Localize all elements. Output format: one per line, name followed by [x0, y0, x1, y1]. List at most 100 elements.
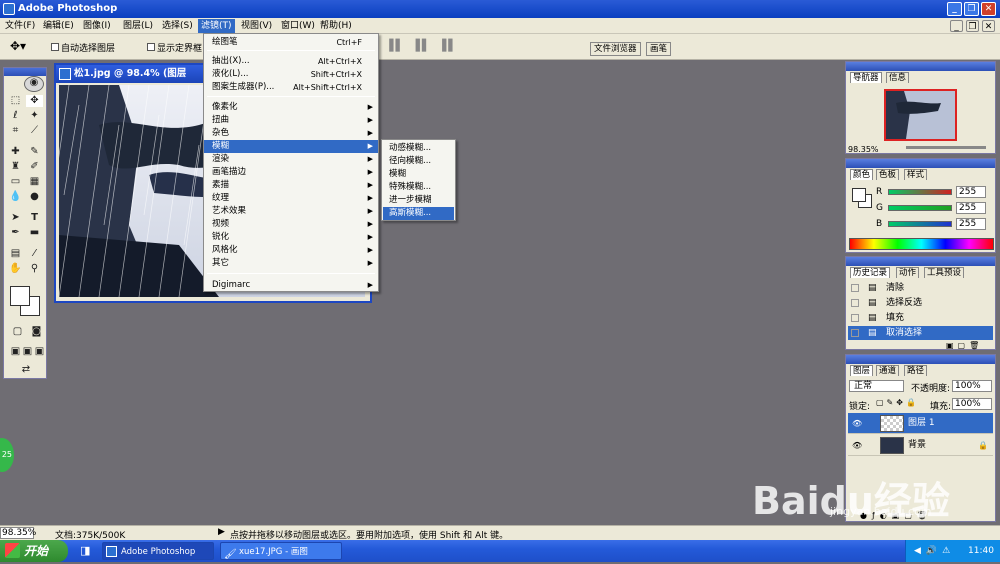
- marquee-tool-icon[interactable]: ⬚: [7, 95, 24, 107]
- layer-row[interactable]: 👁 图层 1: [848, 413, 993, 434]
- close-button[interactable]: ✕: [981, 2, 996, 16]
- task-paint[interactable]: 🖌 xue17.JPG - 画图: [220, 542, 342, 560]
- history-item[interactable]: 取消选择 ▤: [848, 326, 993, 340]
- layer-row[interactable]: 👁 背景 🔒: [848, 435, 993, 456]
- lock-icons[interactable]: ▢✎✥🔒: [876, 398, 919, 407]
- color-channel-value[interactable]: 255: [956, 186, 986, 198]
- history-source-checkbox[interactable]: [851, 284, 859, 292]
- blur-menu-item[interactable]: 高斯模糊...: [383, 207, 454, 220]
- eraser-tool-icon[interactable]: ▭: [7, 176, 24, 188]
- tab-actions[interactable]: 动作: [896, 267, 920, 278]
- standard-mode-icon[interactable]: ▢: [9, 326, 26, 338]
- floating-badge[interactable]: 25: [0, 438, 14, 472]
- history-item[interactable]: 选择反选 ▤: [848, 296, 993, 310]
- blur-tool-icon[interactable]: 💧: [7, 191, 24, 203]
- fill-input[interactable]: 100%: [952, 398, 992, 410]
- menu-window[interactable]: 窗口(W): [278, 19, 318, 33]
- menu-file[interactable]: 文件(F): [2, 19, 38, 33]
- filter-menu-item[interactable]: 素描 ▶: [204, 179, 378, 192]
- type-tool-icon[interactable]: T: [26, 212, 43, 224]
- shape-tool-icon[interactable]: ▬: [26, 227, 43, 239]
- history-brush-icon[interactable]: ✐: [26, 161, 43, 173]
- quickmask-mode-icon[interactable]: ◙: [28, 326, 45, 338]
- notes-tool-icon[interactable]: ▤: [7, 248, 24, 260]
- color-channel-slider[interactable]: [888, 205, 952, 211]
- gradient-tool-icon[interactable]: ▦: [26, 176, 43, 188]
- slice-tool-icon[interactable]: ⟋: [26, 125, 43, 137]
- tab-tool-presets[interactable]: 工具预设: [924, 267, 965, 278]
- filter-menu-item[interactable]: Digimarc ▶: [204, 279, 378, 292]
- file-browser-tab[interactable]: 文件浏览器: [590, 42, 641, 56]
- zoom-tool-icon[interactable]: ⚲: [26, 263, 43, 275]
- color-channel-value[interactable]: 255: [956, 202, 986, 214]
- eyedropper-icon[interactable]: ⁄: [26, 248, 43, 260]
- move-tool-icon[interactable]: ✥▾: [10, 39, 26, 53]
- jump-to-imageready-icon[interactable]: ⇄: [7, 364, 45, 376]
- minimize-button[interactable]: _: [947, 2, 962, 16]
- stamp-tool-icon[interactable]: ♜: [7, 161, 24, 173]
- path-select-icon[interactable]: ➤: [7, 212, 24, 224]
- brushes-tab[interactable]: 画笔: [646, 42, 672, 56]
- blur-menu-item[interactable]: 动感模糊...: [383, 142, 454, 155]
- filter-menu-item[interactable]: 模糊 ▶: [204, 140, 378, 153]
- tab-history[interactable]: 历史记录: [850, 267, 891, 278]
- blend-mode-select[interactable]: 正常: [849, 380, 904, 392]
- tab-info[interactable]: 信息: [886, 72, 910, 83]
- menu-image[interactable]: 图像(I): [80, 19, 114, 33]
- filter-menu-item[interactable]: 像素化 ▶: [204, 101, 378, 114]
- layer-visibility-eye-icon[interactable]: 👁: [852, 435, 862, 456]
- healing-brush-icon[interactable]: ✚: [7, 146, 24, 158]
- filter-menu-item[interactable]: 纹理 ▶: [204, 192, 378, 205]
- navigator-zoom[interactable]: 98.35%: [848, 145, 879, 154]
- filter-menu-item[interactable]: 视频 ▶: [204, 218, 378, 231]
- restore-button[interactable]: ❐: [964, 2, 979, 16]
- menu-filter[interactable]: 滤镜(T): [198, 19, 235, 33]
- navigator-thumbnail[interactable]: [884, 89, 957, 141]
- filter-menu-item[interactable]: 其它 ▶: [204, 257, 378, 270]
- filter-menu-item[interactable]: 渲染 ▶: [204, 153, 378, 166]
- navigator-zoom-slider[interactable]: [906, 146, 986, 149]
- align-icons[interactable]: ▐▌ ▐▌ ▐▌: [385, 39, 459, 52]
- history-footer-icons[interactable]: ▣▢🗑: [946, 341, 983, 350]
- menu-view[interactable]: 视图(V): [238, 19, 275, 33]
- brush-tool-icon[interactable]: ✎: [26, 146, 43, 158]
- menu-help[interactable]: 帮助(H): [317, 19, 355, 33]
- crop-tool-icon[interactable]: ⌗: [7, 125, 24, 137]
- tab-navigator[interactable]: 导航器: [850, 72, 882, 83]
- filter-menu-item[interactable]: 抽出(X)... Alt+Ctrl+X: [204, 55, 378, 68]
- dodge-tool-icon[interactable]: ●: [26, 191, 43, 203]
- tray-icons[interactable]: ◀🔊⚠: [914, 540, 955, 562]
- layer-visibility-eye-icon[interactable]: 👁: [852, 413, 862, 434]
- blur-menu-item[interactable]: 特殊模糊...: [383, 181, 454, 194]
- status-zoom[interactable]: 98.35%: [0, 527, 36, 539]
- hand-tool-icon[interactable]: ✋: [7, 263, 24, 275]
- quicklaunch-icon[interactable]: ◨: [80, 544, 90, 557]
- blur-menu-item[interactable]: 径向模糊...: [383, 155, 454, 168]
- eye-logo-icon[interactable]: ◉: [24, 76, 44, 92]
- color-spectrum-bar[interactable]: [849, 238, 994, 250]
- show-bounds-checkbox[interactable]: [147, 43, 155, 51]
- start-button[interactable]: 开始: [0, 540, 68, 562]
- magic-wand-icon[interactable]: ✦: [26, 110, 43, 122]
- tab-layers[interactable]: 图层: [850, 365, 874, 376]
- history-source-checkbox[interactable]: [851, 314, 859, 322]
- filter-menu-item[interactable]: 艺术效果 ▶: [204, 205, 378, 218]
- filter-menu-item[interactable]: 锐化 ▶: [204, 231, 378, 244]
- menu-layer[interactable]: 图层(L): [120, 19, 156, 33]
- filter-menu-item[interactable]: 液化(L)... Shift+Ctrl+X: [204, 68, 378, 81]
- doc-restore-button[interactable]: ❐: [966, 20, 979, 32]
- move-tool-icon[interactable]: ✥: [26, 95, 43, 107]
- opacity-input[interactable]: 100%: [952, 380, 992, 392]
- history-source-checkbox[interactable]: [851, 329, 859, 337]
- task-photoshop[interactable]: Adobe Photoshop: [102, 542, 214, 560]
- tab-styles[interactable]: 样式: [904, 169, 928, 180]
- tab-swatches[interactable]: 色板: [876, 169, 900, 180]
- color-channel-slider[interactable]: [888, 189, 952, 195]
- menu-edit[interactable]: 编辑(E): [40, 19, 77, 33]
- tab-paths[interactable]: 路径: [904, 365, 928, 376]
- auto-select-checkbox[interactable]: [51, 43, 59, 51]
- filter-menu-item[interactable]: 绘图笔 Ctrl+F: [204, 36, 378, 49]
- tab-channels[interactable]: 通道: [876, 365, 900, 376]
- color-channel-slider[interactable]: [888, 221, 952, 227]
- foreground-color-swatch[interactable]: [10, 286, 30, 306]
